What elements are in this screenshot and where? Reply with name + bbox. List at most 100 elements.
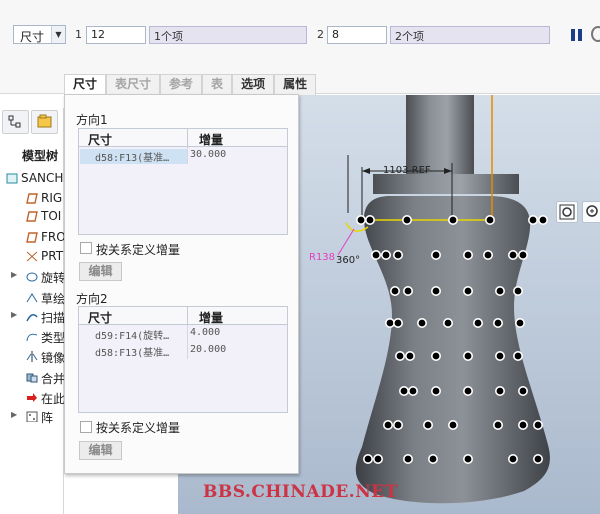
pattern-marker-3-4[interactable] bbox=[472, 318, 483, 329]
expand-arrow-icon[interactable]: ▶ bbox=[11, 310, 17, 319]
tree-node-5[interactable]: ▶ 旋转 bbox=[0, 268, 64, 286]
direction1-items-collector[interactable]: 1个项 bbox=[149, 26, 307, 44]
tab-properties[interactable]: 属性 bbox=[274, 74, 317, 95]
pattern-marker-7-5[interactable] bbox=[507, 453, 518, 464]
pattern-marker-2-0[interactable] bbox=[390, 286, 401, 297]
pattern-marker-7-4[interactable] bbox=[462, 453, 473, 464]
pattern-marker-3-0[interactable] bbox=[385, 318, 396, 329]
tree-node-4[interactable]: PRT bbox=[0, 248, 64, 266]
pattern-marker-5-4[interactable] bbox=[494, 385, 505, 396]
pattern-marker-5-2[interactable] bbox=[431, 385, 442, 396]
pattern-marker-1-4[interactable] bbox=[462, 250, 473, 261]
pattern-marker-7-3[interactable] bbox=[428, 453, 439, 464]
direction1-relation-checkbox[interactable] bbox=[80, 242, 92, 254]
pattern-marker-4-4[interactable] bbox=[494, 350, 505, 361]
pattern-marker-0-6[interactable] bbox=[537, 215, 548, 226]
pattern-marker-2-2[interactable] bbox=[431, 286, 442, 297]
pattern-marker-4-5[interactable] bbox=[512, 350, 523, 361]
pattern-marker-0-4[interactable] bbox=[484, 215, 495, 226]
tree-node-3[interactable]: FRO bbox=[0, 229, 64, 247]
preview-icon[interactable] bbox=[591, 26, 600, 42]
tab-references[interactable]: 参考 bbox=[160, 74, 203, 95]
pattern-marker-6-0[interactable] bbox=[383, 419, 394, 430]
table-row[interactable]: d58:F13(基准… 20.000 bbox=[79, 342, 287, 359]
tab-table-dimensions[interactable]: 表尺寸 bbox=[106, 74, 161, 95]
tree-node-1[interactable]: RIG bbox=[0, 190, 64, 208]
pattern-marker-3-6[interactable] bbox=[514, 318, 525, 329]
tree-node-7[interactable]: ▶ 扫描 bbox=[0, 308, 64, 326]
pattern-marker-6-4[interactable] bbox=[492, 419, 503, 430]
tab-dimensions[interactable]: 尺寸 bbox=[64, 74, 107, 95]
pattern-marker-0-0[interactable] bbox=[356, 215, 367, 226]
chevron-down-icon[interactable]: ▼ bbox=[51, 26, 65, 43]
pattern-marker-7-6[interactable] bbox=[532, 453, 543, 464]
table-row[interactable]: d58:F13(基准… 30.000 bbox=[79, 147, 287, 164]
pattern-marker-5-1[interactable] bbox=[408, 385, 419, 396]
tree-node-2[interactable]: TOI bbox=[0, 208, 64, 226]
pattern-marker-6-3[interactable] bbox=[447, 419, 458, 430]
pattern-marker-0-1[interactable] bbox=[365, 215, 376, 226]
pattern-marker-4-3[interactable] bbox=[462, 350, 473, 361]
pattern-marker-1-7[interactable] bbox=[517, 250, 528, 261]
direction2-count-input[interactable]: 8 bbox=[327, 26, 387, 44]
increment-cell[interactable]: 4.000 bbox=[190, 327, 286, 338]
pattern-marker-2-5[interactable] bbox=[512, 286, 523, 297]
pattern-marker-2-3[interactable] bbox=[462, 286, 473, 297]
pattern-marker-7-2[interactable] bbox=[403, 453, 414, 464]
pattern-marker-1-5[interactable] bbox=[482, 250, 493, 261]
pattern-marker-6-2[interactable] bbox=[423, 419, 434, 430]
direction1-edit-button[interactable]: 编辑 bbox=[79, 262, 122, 281]
pattern-marker-2-1[interactable] bbox=[403, 286, 414, 297]
tree-node-10[interactable]: 合并 bbox=[0, 369, 64, 387]
tree-node-6[interactable]: 草绘 bbox=[0, 289, 64, 307]
pattern-marker-4-0[interactable] bbox=[395, 350, 406, 361]
model-tree-tab-icon[interactable] bbox=[2, 110, 29, 134]
pattern-marker-5-0[interactable] bbox=[399, 385, 410, 396]
pattern-marker-3-2[interactable] bbox=[417, 318, 428, 329]
pattern-marker-4-1[interactable] bbox=[405, 350, 416, 361]
pattern-marker-0-5[interactable] bbox=[527, 215, 538, 226]
pause-icon[interactable] bbox=[571, 29, 582, 41]
expand-arrow-icon[interactable]: ▶ bbox=[11, 270, 17, 279]
pattern-marker-7-0[interactable] bbox=[363, 453, 374, 464]
pattern-marker-1-2[interactable] bbox=[393, 250, 404, 261]
pattern-marker-6-6[interactable] bbox=[532, 419, 543, 430]
direction2-edit-button[interactable]: 编辑 bbox=[79, 441, 122, 460]
column-header-dimension: 尺寸 bbox=[88, 133, 113, 147]
pattern-marker-4-2[interactable] bbox=[431, 350, 442, 361]
zoom-fit-icon[interactable] bbox=[556, 201, 578, 223]
pattern-marker-3-1[interactable] bbox=[393, 318, 404, 329]
pattern-type-value: 尺寸 bbox=[20, 30, 45, 44]
direction2-relation-checkbox[interactable] bbox=[80, 421, 92, 433]
tree-node-8[interactable]: 类型 bbox=[0, 328, 64, 346]
tree-node-0[interactable]: SANCH bbox=[0, 170, 64, 188]
pattern-marker-0-3[interactable] bbox=[447, 215, 458, 226]
pattern-marker-1-1[interactable] bbox=[381, 250, 392, 261]
pattern-marker-5-5[interactable] bbox=[517, 385, 528, 396]
pattern-marker-1-6[interactable] bbox=[507, 250, 518, 261]
pattern-marker-6-5[interactable] bbox=[517, 419, 528, 430]
pattern-marker-6-1[interactable] bbox=[393, 419, 404, 430]
increment-cell[interactable]: 20.000 bbox=[190, 344, 286, 355]
expand-arrow-icon[interactable]: ▶ bbox=[11, 410, 17, 419]
pattern-marker-2-4[interactable] bbox=[494, 286, 505, 297]
tree-node-12[interactable]: ▶ 阵 bbox=[0, 408, 64, 426]
pattern-marker-0-2[interactable] bbox=[402, 215, 413, 226]
pattern-marker-7-1[interactable] bbox=[373, 453, 384, 464]
pattern-type-select[interactable]: 尺寸 ▼ bbox=[13, 25, 66, 44]
folder-browser-icon[interactable] bbox=[31, 110, 58, 134]
increment-cell[interactable]: 30.000 bbox=[190, 149, 286, 160]
pattern-marker-1-3[interactable] bbox=[431, 250, 442, 261]
table-row[interactable]: d59:F14(旋转… 4.000 bbox=[79, 325, 287, 342]
tree-node-11[interactable]: 在此 bbox=[0, 389, 64, 407]
tree-node-9[interactable]: 镜像 bbox=[0, 348, 64, 366]
pattern-marker-3-3[interactable] bbox=[442, 318, 453, 329]
tab-table[interactable]: 表 bbox=[202, 74, 233, 95]
direction2-items-collector[interactable]: 2个项 bbox=[390, 26, 550, 44]
pattern-marker-1-0[interactable] bbox=[371, 250, 382, 261]
tab-options[interactable]: 选项 bbox=[232, 74, 275, 95]
pattern-marker-3-5[interactable] bbox=[492, 318, 503, 329]
zoom-in-icon[interactable] bbox=[582, 201, 600, 223]
pattern-marker-5-3[interactable] bbox=[462, 385, 473, 396]
direction1-count-input[interactable]: 12 bbox=[86, 26, 146, 44]
